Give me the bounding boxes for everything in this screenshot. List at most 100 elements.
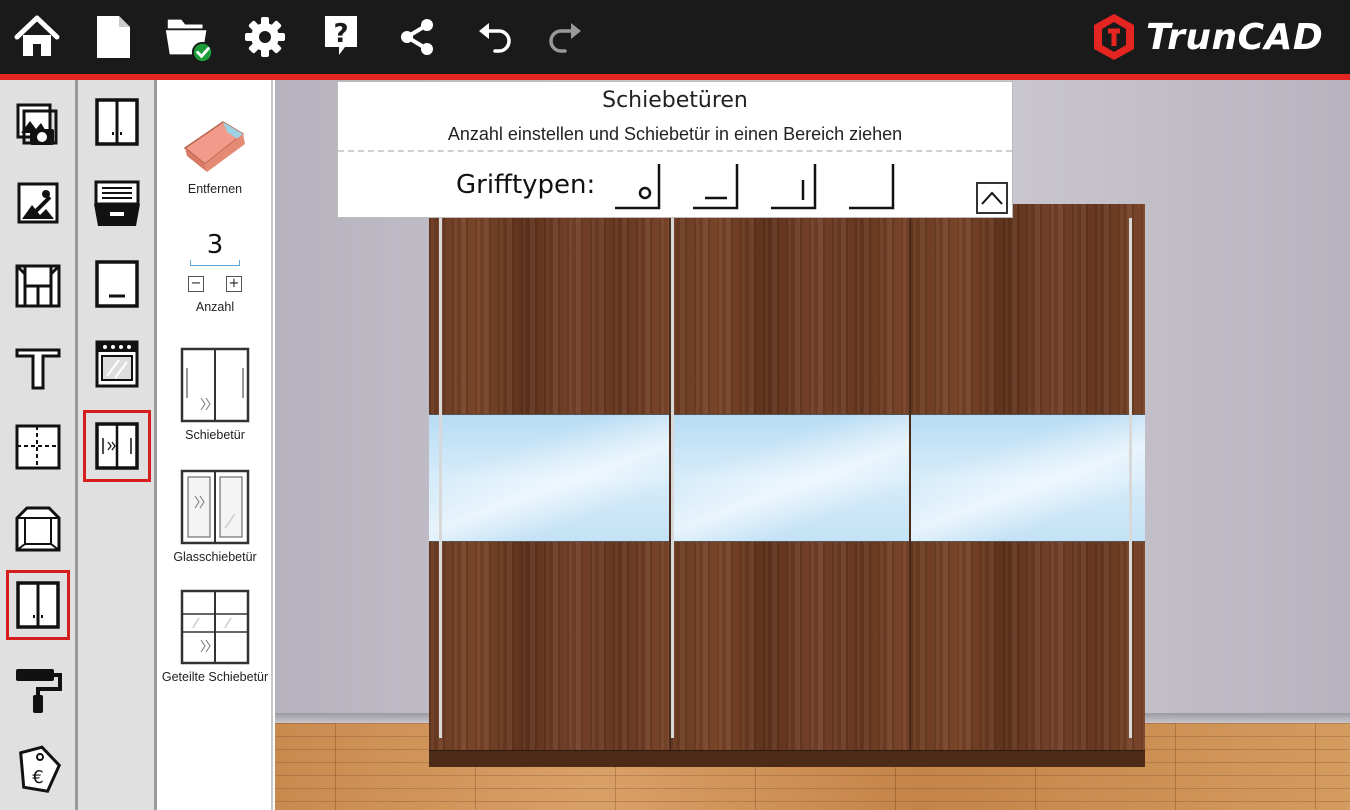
oven-icon xyxy=(95,340,139,388)
grip-type-bar-bottom[interactable] xyxy=(691,160,741,212)
door-1-top-panel[interactable] xyxy=(429,204,669,414)
collapse-panel-button[interactable] xyxy=(976,182,1008,214)
sidebar-item-gallery[interactable] xyxy=(6,90,70,160)
door-2-glass-panel[interactable] xyxy=(671,414,909,542)
sidebar-item-partition[interactable] xyxy=(6,412,70,482)
sidebar-item-oven[interactable] xyxy=(83,328,151,400)
sliding-door-tool[interactable]: Schiebetür xyxy=(157,346,273,442)
home-button[interactable] xyxy=(10,10,64,64)
redo-icon xyxy=(549,23,581,53)
box-3d-icon xyxy=(15,506,61,552)
chevron-up-icon xyxy=(981,191,1003,205)
open-folder-icon xyxy=(165,19,214,64)
remove-tool[interactable]: Entfernen xyxy=(157,112,273,196)
settings-button[interactable] xyxy=(238,10,292,64)
sidebar-item-cabinet-interior[interactable] xyxy=(6,250,70,320)
grip-type-none[interactable] xyxy=(847,160,897,212)
sidebar-item-hinged-door[interactable] xyxy=(83,86,151,158)
help-icon: ? xyxy=(325,16,357,55)
door-3-bottom-panel[interactable] xyxy=(911,542,1145,767)
sidebar-primary: € xyxy=(0,80,78,810)
settings-icon xyxy=(245,17,285,57)
count-label: Anzahl xyxy=(195,300,235,314)
count-decrement-button[interactable]: − xyxy=(188,276,204,292)
door-1-bottom-panel[interactable] xyxy=(429,542,669,767)
door-1-glass-panel[interactable] xyxy=(429,414,669,542)
sliding-doors-info-panel: Schiebetüren Anzahl einstellen und Schie… xyxy=(337,81,1013,218)
3d-scene[interactable]: Schiebetüren Anzahl einstellen und Schie… xyxy=(275,80,1350,810)
door-3-top-panel[interactable] xyxy=(911,204,1145,414)
sliding-door-icon xyxy=(95,422,139,470)
undo-button[interactable] xyxy=(468,10,522,64)
count-underline xyxy=(190,260,240,266)
count-value[interactable]: 3 xyxy=(207,230,224,260)
svg-text:?: ? xyxy=(333,19,348,49)
sidebar-item-drawer[interactable] xyxy=(83,168,151,240)
sidebar-item-box-3d[interactable] xyxy=(6,494,70,564)
sliding-door-template-icon xyxy=(180,347,250,423)
redo-button[interactable] xyxy=(538,10,592,64)
truncad-logo: TrunCAD xyxy=(1090,8,1323,66)
no-grip-icon xyxy=(849,164,895,210)
sidebar-secondary xyxy=(78,80,157,810)
bar-vertical-grip-icon xyxy=(771,164,817,210)
help-button[interactable]: ? xyxy=(314,10,368,64)
sidebar-item-paint[interactable] xyxy=(6,654,70,724)
truncad-logo-icon xyxy=(1094,14,1134,60)
price-tag-icon: € xyxy=(19,745,62,793)
tool-panel: Entfernen 3 − + Anzahl Schiebetür Glassc… xyxy=(157,80,273,810)
door-3-glass-panel[interactable] xyxy=(911,414,1145,542)
paint-roller-icon xyxy=(16,669,62,713)
sliding-door-label: Schiebetür xyxy=(185,428,245,442)
door-3-handle-rail xyxy=(1129,218,1132,738)
remove-label: Entfernen xyxy=(187,182,243,196)
count-control: 3 − + Anzahl xyxy=(157,230,273,314)
grip-type-bar-vertical[interactable] xyxy=(769,160,819,212)
cabinet-interior-icon xyxy=(15,264,61,308)
bar-bottom-grip-icon xyxy=(693,164,739,210)
share-icon xyxy=(401,19,433,55)
panel-title: Schiebetüren xyxy=(602,88,748,113)
double-door-icon xyxy=(16,581,60,629)
glass-sliding-door-tool[interactable]: Glasschiebetür xyxy=(157,468,273,564)
grip-types-label: Grifftypen: xyxy=(456,170,596,200)
partition-icon xyxy=(15,424,61,470)
panel-divider xyxy=(338,150,1012,152)
home-icon xyxy=(14,15,60,56)
wardrobe-model[interactable] xyxy=(429,204,1145,767)
logo-text: TrunCAD xyxy=(1146,16,1324,58)
door-1-handle-rail xyxy=(439,218,442,738)
door-2-top-panel[interactable] xyxy=(671,204,909,414)
door-2-bottom-panel[interactable] xyxy=(671,542,909,767)
knob-grip-icon xyxy=(615,164,661,210)
panel-subtitle: Anzahl einstellen und Schiebetür in eine… xyxy=(447,124,903,144)
sidebar-item-image-edit[interactable] xyxy=(6,168,70,238)
top-toolbar: ? TrunCAD xyxy=(0,0,1350,74)
new-file-button[interactable] xyxy=(86,10,140,64)
door-2-handle-rail xyxy=(671,218,674,738)
sidebar-item-sliding-door[interactable] xyxy=(83,410,151,482)
hinged-door-icon xyxy=(95,98,139,146)
share-button[interactable] xyxy=(390,10,444,64)
glass-sliding-door-label: Glasschiebetür xyxy=(173,550,257,564)
eraser-icon xyxy=(183,121,245,172)
sidebar-item-flap[interactable] xyxy=(83,248,151,320)
new-file-icon xyxy=(97,16,130,58)
table-icon xyxy=(15,348,61,390)
sidebar-item-doors[interactable] xyxy=(6,570,70,640)
sidebar-item-price[interactable]: € xyxy=(6,736,70,806)
undo-icon xyxy=(479,23,511,53)
count-increment-button[interactable]: + xyxy=(226,276,242,292)
gallery-camera-icon xyxy=(16,103,58,145)
divided-sliding-door-label: Geteilte Schiebetür xyxy=(161,670,269,684)
grip-type-knob[interactable] xyxy=(613,160,663,212)
svg-text:€: € xyxy=(32,767,43,788)
wardrobe-plinth xyxy=(429,750,1145,767)
glass-sliding-door-template-icon xyxy=(180,469,250,545)
open-folder-button[interactable] xyxy=(162,10,216,64)
drawer-icon xyxy=(94,180,140,226)
flap-icon xyxy=(95,260,139,308)
divided-sliding-door-tool[interactable]: Geteilte Schiebetür xyxy=(157,588,273,684)
divided-sliding-door-template-icon xyxy=(180,589,250,665)
sidebar-item-table[interactable] xyxy=(6,332,70,402)
